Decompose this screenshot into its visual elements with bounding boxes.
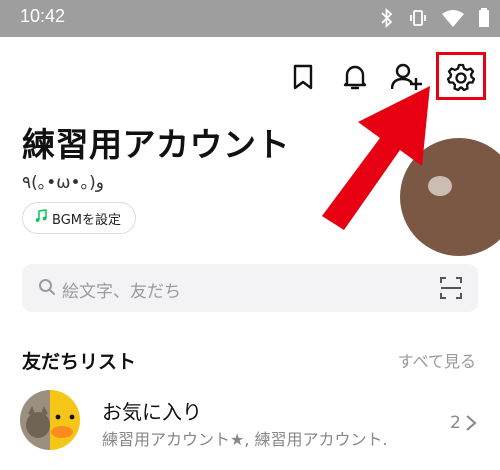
battery-icon [478,8,490,28]
friends-list-title: 友だちリスト [22,351,137,373]
search-icon [38,278,56,300]
search-placeholder: 絵文字、友だち [62,282,181,302]
status-icons [380,8,490,28]
chevron-right-icon[interactable] [465,414,477,436]
scan-icon[interactable] [440,276,462,304]
bookmark-icon[interactable] [286,60,320,94]
status-time: 10:42 [20,6,66,26]
search-bar[interactable]: 絵文字、友だち [22,264,478,312]
status-bar: 10:42 [0,0,500,37]
favorites-members: 練習用アカウント★, 練習用アカウント. [102,430,388,449]
see-all-link[interactable]: すべて見る [398,348,476,372]
favorites-title[interactable]: お気に入り [102,396,202,425]
favorites-avatar[interactable] [20,390,80,450]
bgm-button[interactable]: BGMを設定 [22,202,136,234]
music-note-icon [35,209,47,227]
favorites-count: 2 [450,413,461,433]
vibrate-icon [408,8,428,28]
wifi-icon [442,9,464,27]
bluetooth-icon [380,8,394,28]
arrow-annotation [322,86,430,230]
bgm-button-label: BGMを設定 [52,212,121,228]
status-message[interactable]: ٩(｡•ω•｡)و [22,168,104,193]
profile-name[interactable]: 練習用アカウント [22,118,290,166]
